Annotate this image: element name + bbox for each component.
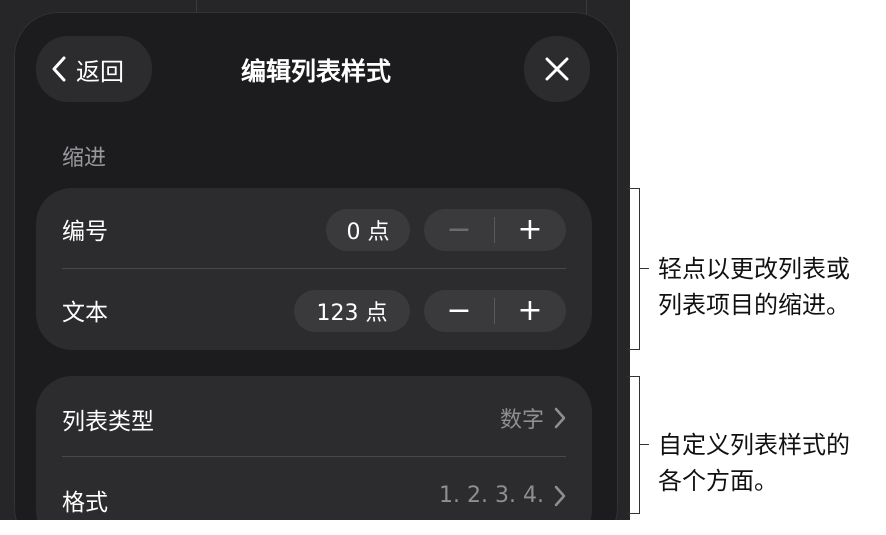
background-divider [586,0,587,14]
list-type-row[interactable]: 列表类型 数字 [36,376,592,456]
close-button[interactable] [524,36,590,102]
format-row[interactable]: 格式 1. 2. 3. 4. [36,457,592,520]
callout-indent-line-1: 轻点以更改列表或 [658,255,850,283]
callout-bracket-tick [639,444,649,445]
number-indent-value: 0 点 [326,209,410,251]
number-indent-decrease-button[interactable]: − [424,209,494,251]
list-type-value-group: 数字 [500,402,566,434]
format-label: 格式 [62,490,108,516]
close-icon [545,57,569,81]
callout-bracket-indent [627,188,640,350]
indent-section-label: 缩进 [62,146,107,171]
list-style-group: 列表类型 数字 格式 1. 2. 3. 4. [36,376,592,520]
text-indent-increase-button[interactable]: + [495,290,565,332]
callout-bracket-style [627,376,640,514]
app-screen: 返回 编辑列表样式 缩进 编号 0 点 − + 文本 123 点 − + 列表类… [0,0,630,520]
number-indent-stepper: − + [424,209,566,251]
edit-list-style-sheet: 返回 编辑列表样式 缩进 编号 0 点 − + 文本 123 点 − + 列表类… [14,12,618,520]
chevron-right-icon [554,485,566,506]
indent-group: 编号 0 点 − + 文本 123 点 − + [36,188,592,350]
text-indent-value: 123 点 [294,290,410,332]
callout-bracket-tick [639,268,649,269]
callout-style-line-2: 各个方面。 [658,467,778,495]
callout-indent: 轻点以更改列表或 列表项目的缩进。 [658,251,850,323]
number-indent-increase-button[interactable]: + [495,209,565,251]
callout-style-line-1: 自定义列表样式的 [658,431,850,459]
callout-style: 自定义列表样式的 各个方面。 [658,427,850,499]
format-value-group: 1. 2. 3. 4. [439,483,566,508]
chevron-right-icon [554,407,566,429]
row-divider [62,268,566,269]
text-indent-decrease-button[interactable]: − [424,290,494,332]
callout-indent-line-2: 列表项目的缩进。 [658,291,850,319]
list-type-value: 数字 [499,408,544,433]
text-indent-stepper: − + [424,290,566,332]
format-value: 1. 2. 3. 4. [439,483,544,508]
text-indent-label: 文本 [62,300,108,326]
list-type-label: 列表类型 [62,409,154,435]
number-indent-label: 编号 [62,219,108,245]
